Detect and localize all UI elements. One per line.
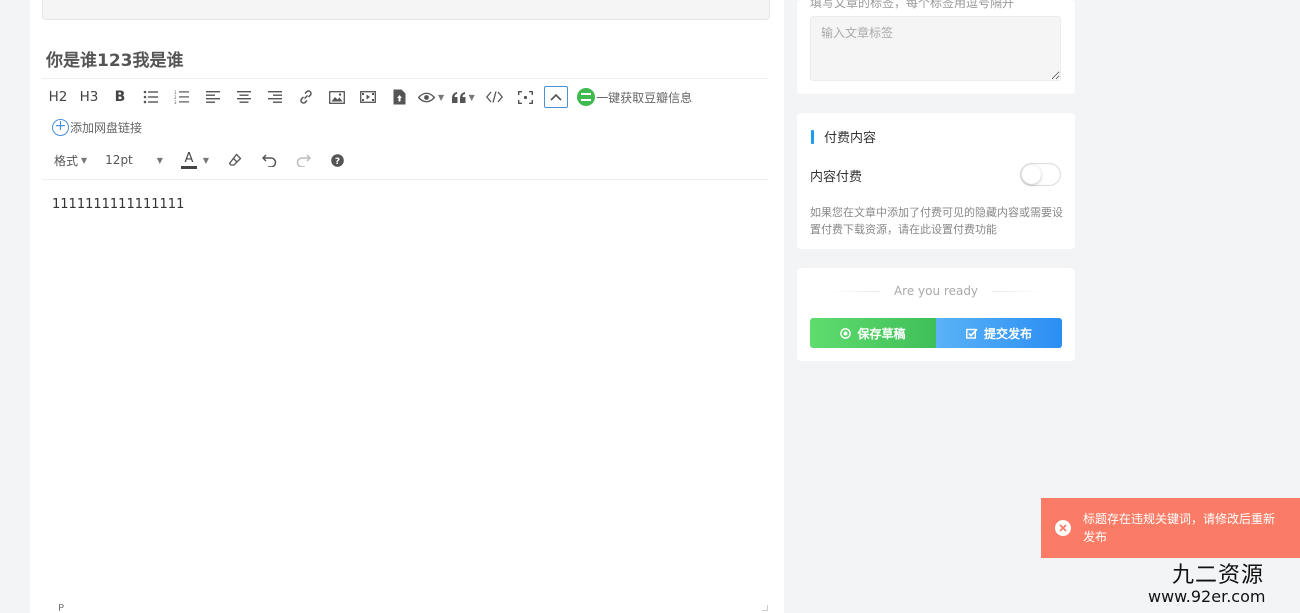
save-draft-label: 保存草稿 <box>857 326 906 341</box>
paid-description: 如果您在文章中添加了付费可见的隐藏内容或需要设置付费下载资源，请在此设置付费功能 <box>810 206 1063 236</box>
toggle-knob <box>1022 165 1041 184</box>
paid-content-title: 付费内容 <box>824 131 877 146</box>
record-circle-icon <box>840 327 852 339</box>
editor-resize-handle[interactable] <box>762 605 768 611</box>
checkbox-icon <box>966 328 978 339</box>
excerpt-field[interactable] <box>42 0 770 20</box>
douban-fetch-label: 一键获取豆瓣信息 <box>596 90 693 105</box>
collapse-toolbar-icon[interactable] <box>544 86 569 108</box>
align-right-icon[interactable] <box>263 85 287 109</box>
font-color-icon: A <box>180 152 197 169</box>
image-icon[interactable] <box>325 85 349 109</box>
link-icon[interactable] <box>294 85 318 109</box>
editor-card: 你是谁123我是谁 H2 H3 B 123 ▼ ▼ 一键获取豆瓣信息 + 添加网… <box>30 0 784 613</box>
font-color-button[interactable]: A ▼ <box>180 148 210 172</box>
svg-text:?: ? <box>334 157 339 167</box>
tags-input[interactable] <box>810 16 1061 81</box>
editor-toolbar-row-3: 格式 ▼ 12pt ▼ A ▼ ? <box>54 147 356 173</box>
font-size-select[interactable]: 12pt ▼ <box>105 148 163 172</box>
help-icon[interactable]: ? <box>325 148 349 172</box>
paid-toggle-label: 内容付费 <box>810 170 863 185</box>
add-netdisk-link-label: 添加网盘链接 <box>70 121 143 135</box>
plus-circle-icon: + <box>52 119 69 136</box>
tags-hint: 填写文章的标签，每个标签用逗号隔开 <box>810 0 1015 10</box>
undo-icon[interactable] <box>257 148 281 172</box>
eraser-icon[interactable] <box>223 148 247 172</box>
video-icon[interactable] <box>356 85 380 109</box>
format-select-label: 格式 <box>54 153 79 168</box>
submit-publish-label: 提交发布 <box>983 326 1032 341</box>
heading-accent-bar <box>811 129 814 144</box>
eye-icon[interactable]: ▼ <box>418 85 444 109</box>
ready-divider: Are you ready <box>827 284 1046 298</box>
paid-content-card: 付费内容 内容付费 如果您在文章中添加了付费可见的隐藏内容或需要设置付费下载资源… <box>797 113 1075 249</box>
format-select[interactable]: 格式 ▼ <box>54 148 87 172</box>
editor-statusbar-path: P <box>58 603 65 613</box>
numbered-list-icon[interactable]: 123 <box>170 85 194 109</box>
chevron-down-icon: ▼ <box>468 92 475 102</box>
publish-card: Are you ready 保存草稿 提交发布 <box>797 268 1075 361</box>
toolbar-bottom-divider <box>42 179 768 180</box>
svg-text:3: 3 <box>174 100 177 104</box>
toast-message: 标题存在违规关键词，请修改后重新发布 <box>1083 512 1276 544</box>
editor-content[interactable]: 1111111111111111 <box>52 197 184 212</box>
align-center-icon[interactable] <box>232 85 256 109</box>
align-left-icon[interactable] <box>201 85 225 109</box>
font-size-value: 12pt <box>105 153 133 167</box>
paid-toggle-switch[interactable] <box>1020 163 1061 186</box>
post-title[interactable]: 你是谁123我是谁 <box>46 46 184 71</box>
watermark-name: 九二资源 <box>1172 563 1265 588</box>
quote-icon[interactable]: ▼ <box>451 85 475 109</box>
tags-card: 填写文章的标签，每个标签用逗号隔开 <box>797 0 1075 94</box>
save-draft-button[interactable]: 保存草稿 <box>810 318 936 348</box>
douban-icon <box>577 88 596 106</box>
bold-button[interactable]: B <box>108 85 132 109</box>
h3-button[interactable]: H3 <box>77 85 101 109</box>
publish-button-group: 保存草稿 提交发布 <box>810 318 1062 348</box>
chevron-down-icon: ▼ <box>81 155 88 165</box>
submit-publish-button[interactable]: 提交发布 <box>936 318 1062 348</box>
fullscreen-icon[interactable] <box>513 85 537 109</box>
file-upload-icon[interactable] <box>387 85 411 109</box>
chevron-down-icon: ▼ <box>156 155 163 165</box>
close-circle-icon <box>1055 520 1071 536</box>
error-toast[interactable]: 标题存在违规关键词，请修改后重新发布 <box>1041 498 1300 558</box>
paid-content-heading: 付费内容 <box>811 127 876 146</box>
editor-toolbar-row-1: H2 H3 B 123 ▼ ▼ 一键获取豆瓣信息 <box>46 84 692 110</box>
code-icon[interactable] <box>482 85 506 109</box>
redo-icon[interactable] <box>291 148 315 172</box>
ready-text: Are you ready <box>893 284 979 298</box>
add-netdisk-link-button[interactable]: + 添加网盘链接 <box>52 119 142 136</box>
chevron-down-icon: ▼ <box>438 92 445 102</box>
toolbar-divider <box>42 78 768 79</box>
douban-fetch-button[interactable]: 一键获取豆瓣信息 <box>577 88 692 106</box>
watermark-url: www.92er.com <box>1148 587 1266 606</box>
bullet-list-icon[interactable] <box>139 85 163 109</box>
chevron-down-icon: ▼ <box>202 155 210 165</box>
h2-button[interactable]: H2 <box>46 85 70 109</box>
